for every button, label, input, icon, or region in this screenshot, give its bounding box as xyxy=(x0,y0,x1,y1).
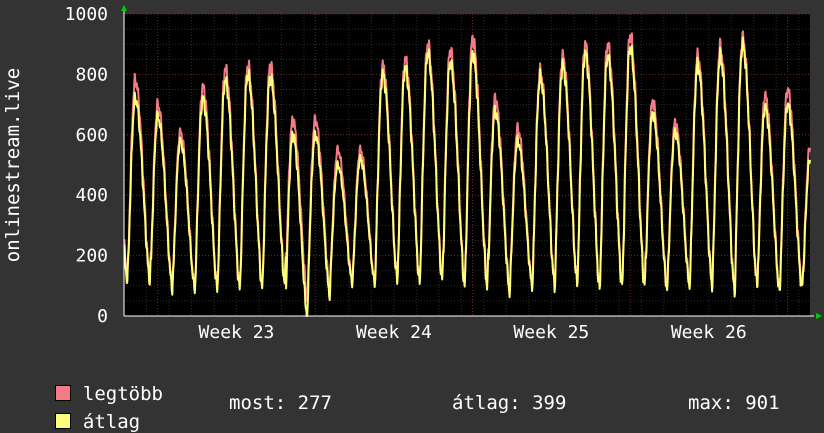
y-tick-label: 200 xyxy=(75,246,108,267)
x-axis-arrow xyxy=(816,313,822,319)
y-axis-arrow xyxy=(121,5,127,11)
y-tick-label: 1000 xyxy=(65,4,108,25)
x-tick-label: Week 25 xyxy=(513,322,589,343)
y-axis-label: onlinestream.live xyxy=(2,68,24,262)
avg-swatch xyxy=(54,413,71,429)
legend-item-avg: átlag xyxy=(32,392,140,432)
stat-average: átlag: 399 xyxy=(452,392,567,414)
x-tick-label: Week 26 xyxy=(671,322,747,343)
y-tick-label: 600 xyxy=(75,125,108,146)
y-tick-label: 800 xyxy=(75,64,108,85)
stat-current: most: 277 xyxy=(229,392,332,414)
y-tick-label: 400 xyxy=(75,185,108,206)
x-tick-label: Week 23 xyxy=(199,322,275,343)
y-tick-label: 0 xyxy=(97,306,108,327)
x-tick-label: Week 24 xyxy=(356,322,432,343)
stat-maximum: max: 901 xyxy=(688,392,780,414)
